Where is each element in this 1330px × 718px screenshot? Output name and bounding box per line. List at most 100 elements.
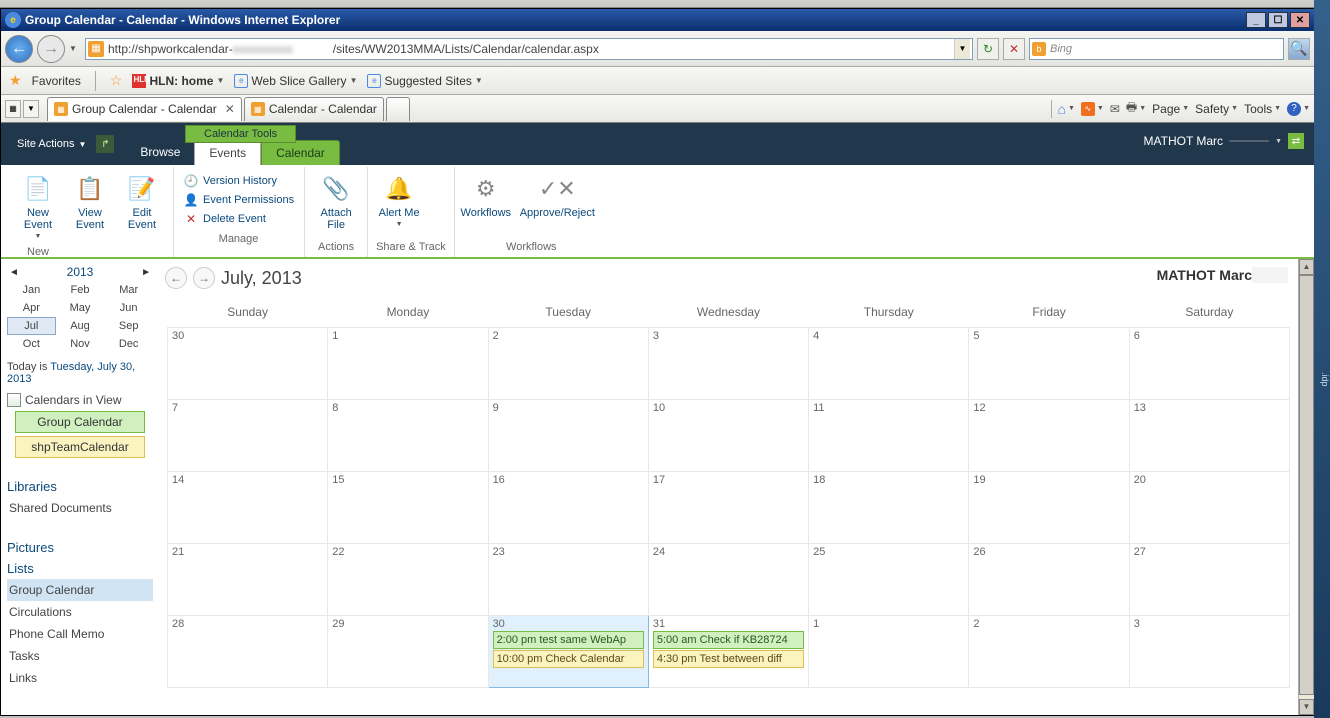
nav-shared-documents[interactable]: Shared Documents (7, 497, 153, 519)
calendar-day-19[interactable]: 19 (969, 472, 1129, 544)
address-bar[interactable]: ▦ http://shpworkcalendar-xxxxxxxxxx/site… (85, 38, 973, 60)
calendar-prev-month[interactable]: ← (165, 267, 187, 289)
calendar-day-6[interactable]: 6 (1129, 328, 1289, 400)
calendar-day-9[interactable]: 9 (488, 400, 648, 472)
minical-month-sep[interactable]: Sep (104, 317, 153, 335)
feeds-button[interactable]: ∿▼ (1081, 102, 1104, 116)
fav-hln-home[interactable]: HLNHLN: home▼ (132, 74, 224, 88)
nav-group-calendar[interactable]: Group Calendar (7, 579, 153, 601)
calendar-day-10[interactable]: 10 (648, 400, 808, 472)
calendar-day-7[interactable]: 7 (168, 400, 328, 472)
calendar-day-15[interactable]: 15 (328, 472, 488, 544)
calendar-day-31[interactable]: 315:00 am Check if KB287244:30 pm Test b… (648, 616, 808, 688)
search-bar[interactable]: b Bing (1029, 38, 1284, 60)
calendar-day-1[interactable]: 1 (809, 616, 969, 688)
minical-month-jan[interactable]: Jan (7, 281, 56, 299)
calendar-event[interactable]: 4:30 pm Test between diff (653, 650, 804, 668)
minical-month-jul[interactable]: Jul (7, 317, 56, 335)
new-tab-button[interactable] (386, 97, 410, 121)
tab-list-button[interactable]: ▼ (23, 100, 39, 118)
calendar-chip-team[interactable]: shpTeamCalendar (15, 436, 145, 458)
minical-month-aug[interactable]: Aug (56, 317, 105, 335)
nav-circulations[interactable]: Circulations (7, 601, 153, 623)
page-menu[interactable]: Page▼ (1152, 102, 1189, 116)
calendar-day-13[interactable]: 13 (1129, 400, 1289, 472)
version-history-button[interactable]: 🕘Version History (183, 173, 294, 189)
calendar-tab[interactable]: Calendar (261, 140, 340, 165)
minical-month-apr[interactable]: Apr (7, 299, 56, 317)
calendar-day-20[interactable]: 20 (1129, 472, 1289, 544)
edit-event-button[interactable]: 📝Edit Event (119, 169, 165, 235)
sp-sync-icon[interactable]: ⇄ (1288, 133, 1304, 149)
favorites-label[interactable]: Favorites (32, 74, 81, 88)
calendar-day-5[interactable]: 5 (969, 328, 1129, 400)
tab-1-close[interactable]: ✕ (225, 102, 235, 116)
calendar-day-14[interactable]: 14 (168, 472, 328, 544)
delete-event-button[interactable]: ✕Delete Event (183, 211, 294, 227)
minical-year[interactable]: 2013 (67, 265, 94, 279)
calendar-day-3[interactable]: 3 (1129, 616, 1289, 688)
calendar-day-2[interactable]: 2 (969, 616, 1129, 688)
calendar-day-18[interactable]: 18 (809, 472, 969, 544)
workflows-button[interactable]: ⚙Workflows (463, 169, 509, 223)
calendar-day-2[interactable]: 2 (488, 328, 648, 400)
nav-libraries[interactable]: Libraries (7, 476, 153, 497)
address-dropdown[interactable]: ▼ (954, 39, 970, 59)
fav-add-icon[interactable]: ☆ (110, 72, 123, 89)
vertical-scrollbar[interactable] (1298, 259, 1314, 715)
calendar-day-11[interactable]: 11 (809, 400, 969, 472)
calendar-day-4[interactable]: 4 (809, 328, 969, 400)
minical-next[interactable]: ► (141, 267, 151, 278)
events-tab[interactable]: Events (194, 140, 261, 165)
browser-tab-1[interactable]: ▦ Group Calendar - Calendar ✕ (47, 97, 242, 121)
calendar-day-1[interactable]: 1 (328, 328, 488, 400)
minical-prev[interactable]: ◄ (9, 267, 19, 278)
nav-pictures[interactable]: Pictures (7, 537, 153, 558)
help-button[interactable]: ?▼ (1287, 102, 1310, 116)
stop-button[interactable]: ✕ (1003, 38, 1025, 60)
calendar-event[interactable]: 10:00 pm Check Calendar (493, 650, 644, 668)
sp-user-info[interactable]: MATHOT Marc▼ ⇄ (1144, 133, 1305, 149)
maximize-button[interactable]: ☐ (1268, 12, 1288, 28)
safety-menu[interactable]: Safety▼ (1195, 102, 1238, 116)
minical-month-nov[interactable]: Nov (56, 335, 105, 353)
forward-button[interactable]: → (37, 35, 65, 63)
calendar-day-21[interactable]: 21 (168, 544, 328, 616)
calendar-day-27[interactable]: 27 (1129, 544, 1289, 616)
calendar-day-25[interactable]: 25 (809, 544, 969, 616)
minical-month-feb[interactable]: Feb (56, 281, 105, 299)
calendar-day-3[interactable]: 3 (648, 328, 808, 400)
nav-history-dropdown[interactable]: ▼ (69, 44, 81, 53)
calendar-day-30[interactable]: 30 (168, 328, 328, 400)
site-actions-menu[interactable]: Site Actions▼ (11, 134, 92, 154)
home-button[interactable]: ⌂▼ (1058, 101, 1075, 117)
browser-tab-2[interactable]: ▦ Calendar - Calendar (244, 97, 384, 121)
new-event-button[interactable]: 📄New Event▼ (15, 169, 61, 244)
event-permissions-button[interactable]: 👤Event Permissions (183, 192, 294, 208)
tools-menu[interactable]: Tools▼ (1244, 102, 1281, 116)
calendar-day-17[interactable]: 17 (648, 472, 808, 544)
search-button[interactable]: 🔍 (1288, 38, 1310, 60)
nav-lists[interactable]: Lists (7, 558, 153, 579)
calendar-day-8[interactable]: 8 (328, 400, 488, 472)
minical-month-may[interactable]: May (56, 299, 105, 317)
calendar-day-29[interactable]: 29 (328, 616, 488, 688)
minical-month-mar[interactable]: Mar (104, 281, 153, 299)
calendar-day-28[interactable]: 28 (168, 616, 328, 688)
calendar-day-24[interactable]: 24 (648, 544, 808, 616)
calendar-event[interactable]: 5:00 am Check if KB28724 (653, 631, 804, 649)
calendar-day-26[interactable]: 26 (969, 544, 1129, 616)
attach-file-button[interactable]: 📎Attach File (313, 169, 359, 235)
approve-reject-button[interactable]: ✓✕Approve/Reject (515, 169, 600, 223)
fav-suggested-sites[interactable]: eSuggested Sites▼ (367, 74, 482, 88)
minical-month-jun[interactable]: Jun (104, 299, 153, 317)
scrollbar-thumb[interactable] (1299, 275, 1314, 695)
calendar-day-16[interactable]: 16 (488, 472, 648, 544)
calendar-next-month[interactable]: → (193, 267, 215, 289)
quick-tabs-button[interactable]: ▦ (5, 100, 21, 118)
nav-phone-call-memo[interactable]: Phone Call Memo (7, 623, 153, 645)
minical-month-dec[interactable]: Dec (104, 335, 153, 353)
back-button[interactable]: ← (5, 35, 33, 63)
refresh-button[interactable]: ↻ (977, 38, 999, 60)
close-button[interactable]: ✕ (1290, 12, 1310, 28)
